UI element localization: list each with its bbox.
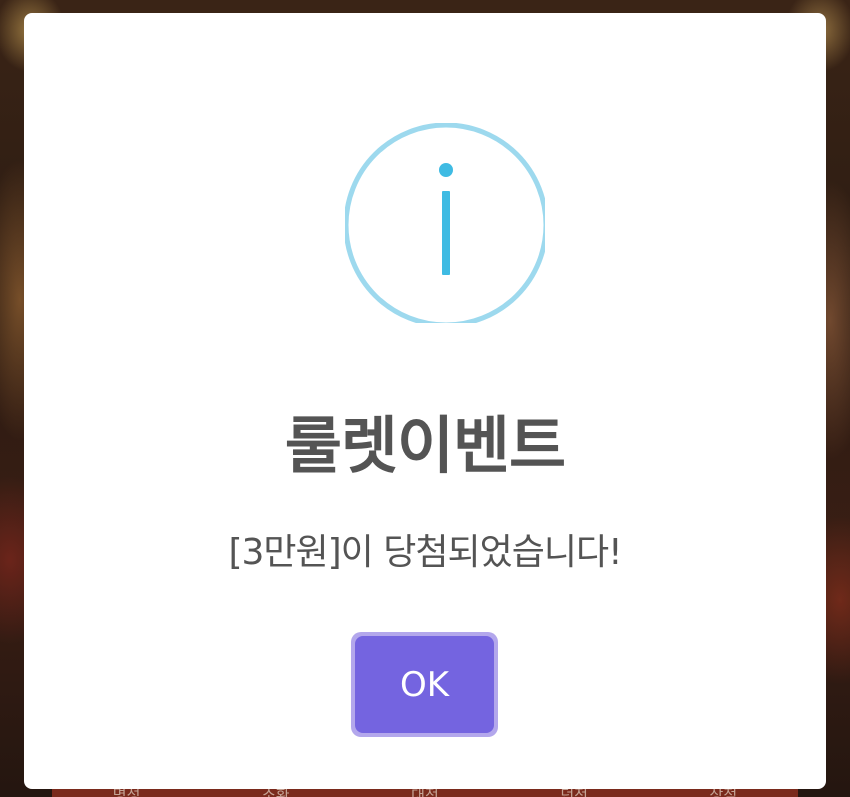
info-icon <box>343 122 549 328</box>
ok-button[interactable]: OK <box>355 636 494 733</box>
alert-dialog: 룰렛이벤트 [3만원]이 당첨되었습니다! OK <box>24 13 826 789</box>
dialog-title: 룰렛이벤트 <box>284 409 566 482</box>
ok-button-outline: OK <box>351 632 498 737</box>
dialog-message: [3만원]이 당첨되었습니다! <box>228 532 622 573</box>
